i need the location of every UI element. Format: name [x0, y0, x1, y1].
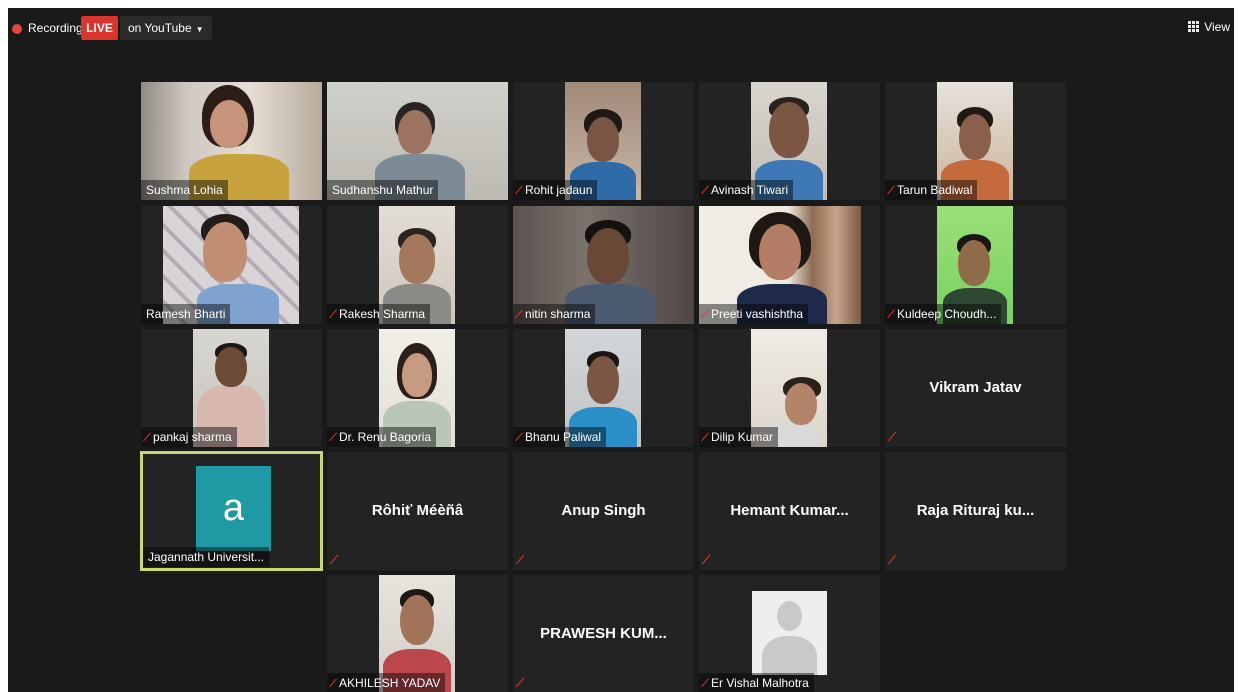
participant-tile[interactable]: ⁄ Tarun Badiwal — [885, 82, 1066, 200]
participant-avatar: a — [196, 466, 271, 551]
recording-dot-icon — [12, 24, 22, 34]
microphone-muted-icon: ⁄ — [330, 307, 336, 321]
participant-name-tag: Sushma Lohia — [141, 180, 228, 200]
microphone-muted-icon: ⁄ — [144, 430, 150, 444]
caret-down-icon: ▼ — [195, 25, 204, 34]
participant-name: Bhanu Paliwal — [525, 430, 602, 444]
participant-name: Jagannath Universit... — [148, 550, 265, 564]
microphone-muted-icon: ⁄ — [889, 429, 895, 444]
participant-name: Rakesh Sharma — [339, 307, 426, 321]
participant-name: Sudhanshu Mathur — [332, 183, 434, 197]
participant-tile[interactable]: ⁄ Rakesh Sharma — [327, 206, 508, 324]
microphone-muted-icon: ⁄ — [331, 552, 337, 567]
participant-tile[interactable]: Hemant Kumar... ⁄ — [699, 452, 880, 570]
participant-name: AKHILESH YADAV — [339, 676, 441, 690]
participant-name-tag: ⁄ Tarun Badiwal — [885, 180, 978, 200]
participant-name: Rohit jadaun — [525, 183, 593, 197]
microphone-muted-icon: ⁄ — [516, 183, 522, 197]
microphone-muted-icon: ⁄ — [888, 183, 894, 197]
participant-tile[interactable]: Sushma Lohia — [141, 82, 322, 200]
participant-name-tag: Sudhanshu Mathur — [327, 180, 439, 200]
microphone-muted-icon: ⁄ — [702, 307, 708, 321]
microphone-muted-icon: ⁄ — [330, 430, 336, 444]
participant-name: Kuldeep Choudh... — [897, 307, 997, 321]
grid-icon — [1188, 21, 1200, 32]
microphone-muted-icon: ⁄ — [517, 675, 523, 690]
participant-tile[interactable]: ⁄ AKHILESH YADAV — [327, 575, 508, 692]
participant-name: Rôhiť Méèñâ — [371, 502, 464, 519]
microphone-muted-icon: ⁄ — [702, 183, 708, 197]
participant-tile[interactable]: Vikram Jatav ⁄ — [885, 329, 1066, 447]
microphone-muted-icon: ⁄ — [703, 552, 709, 567]
participant-tile[interactable]: ⁄ Dilip Kumar — [699, 329, 880, 447]
microphone-muted-icon: ⁄ — [888, 307, 894, 321]
participant-tile[interactable]: ⁄ nitin sharma — [513, 206, 694, 324]
view-label: View — [1204, 20, 1230, 34]
participant-name-tag: Jagannath Universit... — [143, 547, 270, 567]
participant-name: Hemant Kumar... — [730, 502, 849, 519]
participant-tile[interactable]: ⁄ pankaj sharma — [141, 329, 322, 447]
microphone-muted-icon: ⁄ — [889, 552, 895, 567]
microphone-muted-icon: ⁄ — [516, 307, 522, 321]
participant-name: Ramesh Bharti — [146, 307, 226, 321]
participant-name-tag: ⁄ Bhanu Paliwal — [513, 427, 607, 447]
participant-name: Dilip Kumar — [711, 430, 774, 444]
default-avatar-icon — [752, 591, 827, 675]
participant-tile[interactable]: ⁄ Bhanu Paliwal — [513, 329, 694, 447]
microphone-muted-icon: ⁄ — [330, 676, 336, 690]
participant-tile[interactable]: ⁄ Kuldeep Choudh... — [885, 206, 1066, 324]
participant-name-tag: Ramesh Bharti — [141, 304, 231, 324]
participant-tile[interactable]: PRAWESH KUM... ⁄ — [513, 575, 694, 692]
participant-tile[interactable]: Raja Rituraj ku... ⁄ — [885, 452, 1066, 570]
participant-name: Vikram Jatav — [929, 379, 1022, 396]
microphone-muted-icon: ⁄ — [702, 676, 708, 690]
participant-tile[interactable]: ⁄ Preeti vashishtha — [699, 206, 880, 324]
stream-label: on YouTube — [128, 21, 192, 35]
participant-name: pankaj sharma — [153, 430, 232, 444]
participant-name: Sushma Lohia — [146, 183, 223, 197]
microphone-muted-icon: ⁄ — [517, 552, 523, 567]
active-speaker-tile[interactable]: a Jagannath Universit... — [140, 451, 323, 571]
recording-label: Recording — [28, 21, 83, 35]
microphone-muted-icon: ⁄ — [702, 430, 708, 444]
participant-name: nitin sharma — [525, 307, 591, 321]
participant-name-tag: ⁄ pankaj sharma — [141, 427, 237, 447]
participant-name-tag: ⁄ Kuldeep Choudh... — [885, 304, 1002, 324]
participant-name: PRAWESH KUM... — [540, 625, 667, 642]
participant-name-tag: ⁄ Rakesh Sharma — [327, 304, 431, 324]
participant-name: Tarun Badiwal — [897, 183, 973, 197]
meeting-window: Recording LIVE on YouTube ▼ View Sushma L… — [8, 8, 1234, 692]
participant-name-tag: ⁄ Dilip Kumar — [699, 427, 779, 447]
participant-tile[interactable]: ⁄ Rohit jadaun — [513, 82, 694, 200]
participant-name: Preeti vashishtha — [711, 307, 804, 321]
live-badge[interactable]: LIVE — [81, 16, 118, 40]
participant-tile[interactable]: Rôhiť Méèñâ ⁄ — [327, 452, 508, 570]
participant-name-tag: ⁄ Er Vishal Malhotra — [699, 673, 814, 692]
participant-name-tag: ⁄ Avinash Tiwari — [699, 180, 794, 200]
participant-tile[interactable]: Anup Singh ⁄ — [513, 452, 694, 570]
participant-tile[interactable]: Sudhanshu Mathur — [327, 82, 508, 200]
participant-tile[interactable]: ⁄ Dr. Renu Bagoria — [327, 329, 508, 447]
participant-name: Raja Rituraj ku... — [916, 502, 1035, 519]
participant-name: Er Vishal Malhotra — [711, 676, 809, 690]
participant-name-tag: ⁄ nitin sharma — [513, 304, 596, 324]
microphone-muted-icon: ⁄ — [516, 430, 522, 444]
youtube-stream-menu[interactable]: on YouTube ▼ — [120, 16, 212, 40]
participant-name: Dr. Renu Bagoria — [339, 430, 432, 444]
participant-tile[interactable]: ⁄ Er Vishal Malhotra — [699, 575, 880, 692]
participant-name-tag: ⁄ Dr. Renu Bagoria — [327, 427, 437, 447]
participant-tile[interactable]: Ramesh Bharti — [141, 206, 322, 324]
participant-name-tag: ⁄ Preeti vashishtha — [699, 304, 809, 324]
participant-tile[interactable]: ⁄ Avinash Tiwari — [699, 82, 880, 200]
participant-name: Anup Singh — [561, 502, 646, 519]
participant-name-tag: ⁄ Rohit jadaun — [513, 180, 598, 200]
participant-name-tag: ⁄ AKHILESH YADAV — [327, 673, 446, 692]
top-bar: Recording LIVE on YouTube ▼ View — [8, 8, 1234, 48]
participant-name: Avinash Tiwari — [711, 183, 789, 197]
view-button[interactable]: View — [1188, 20, 1230, 34]
